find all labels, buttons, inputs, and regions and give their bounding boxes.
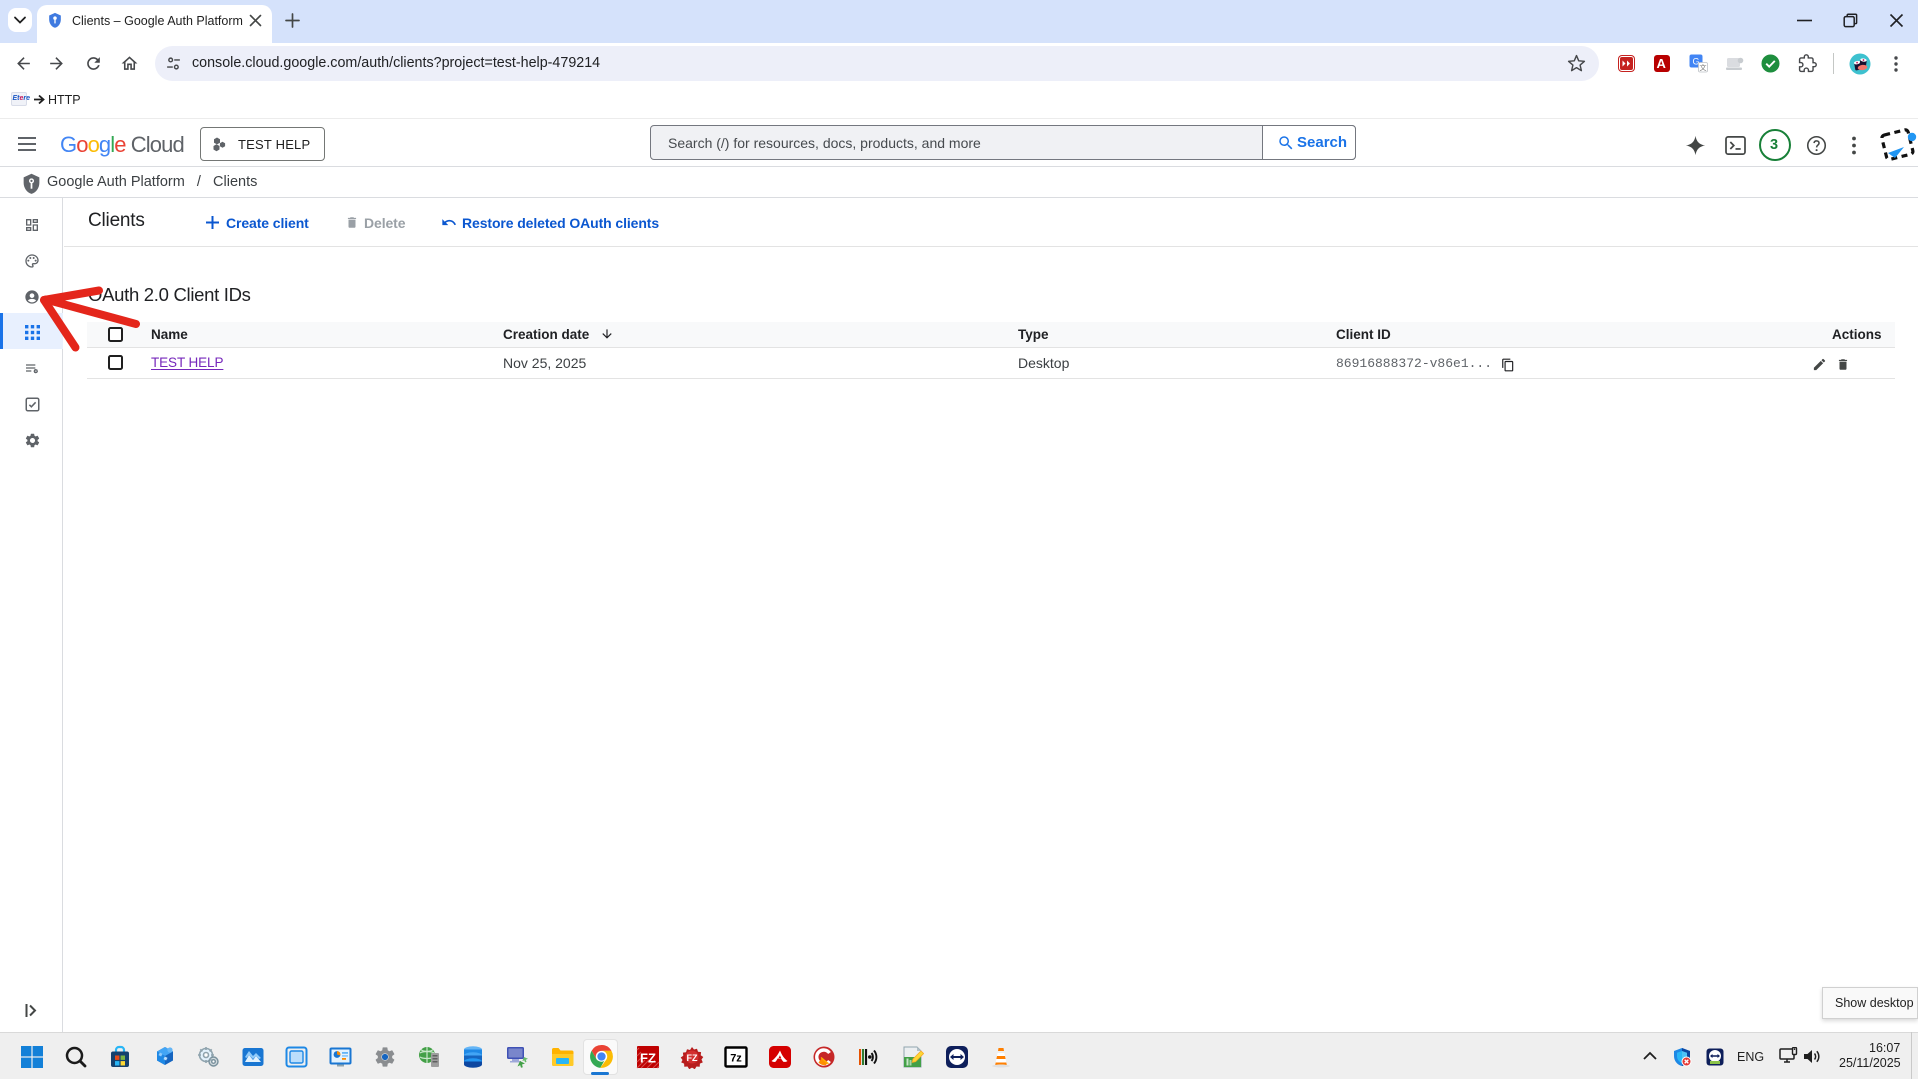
svg-text:FZ: FZ [687, 1053, 698, 1063]
svg-text:FZ: FZ [640, 1051, 656, 1066]
svg-text:文: 文 [1700, 63, 1707, 72]
svg-text:7z: 7z [730, 1053, 742, 1065]
